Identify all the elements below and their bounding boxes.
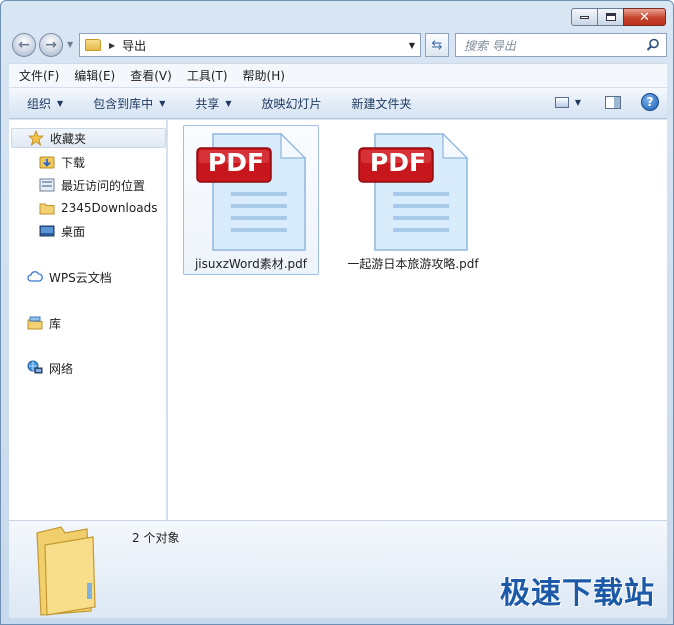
watermark-text: 极速下载站 [500, 576, 655, 611]
nav-desktop[interactable]: 桌面 [39, 221, 85, 241]
back-button[interactable]: ← [12, 33, 36, 57]
minimize-icon [580, 15, 589, 19]
pdf-badge-label: PDF [207, 148, 265, 177]
search-input[interactable]: 搜索 导出 [455, 33, 667, 57]
chevron-down-icon: ▼ [57, 98, 64, 108]
large-folder-icon [36, 526, 96, 616]
view-options-dropdown[interactable]: ▼ [575, 98, 581, 107]
menu-view[interactable]: 查看(V) [120, 67, 177, 84]
item-count: 2 个对象 [132, 531, 180, 545]
file-list: PDF jisuxzWord素材.pdf PDF 一起游日本旅游攻略.pdf [168, 120, 667, 520]
network-icon [27, 360, 43, 376]
command-bar: 组织 ▼ 包含到库中 ▼ 共享 ▼ 放映幻灯片 新建文件夹 ▼ ? [9, 87, 667, 119]
share-button[interactable]: 共享 ▼ [179, 95, 245, 112]
new-folder-label: 新建文件夹 [351, 96, 412, 111]
nav-wps-cloud[interactable]: WPS云文档 [27, 267, 112, 287]
menu-tools[interactable]: 工具(T) [177, 67, 233, 84]
refresh-button[interactable]: ⇆ [425, 33, 449, 57]
nav-network-label: 网络 [49, 361, 74, 376]
forward-button[interactable]: → [39, 33, 63, 57]
organize-label: 组织 [27, 96, 52, 111]
nav-2345downloads[interactable]: 2345Downloads [39, 198, 157, 218]
file-name: 一起游日本旅游攻略.pdf [347, 257, 479, 271]
view-controls: ▼ ? [554, 93, 659, 111]
preview-pane-icon[interactable] [605, 95, 621, 109]
star-icon [28, 130, 44, 146]
recent-places-icon [39, 177, 55, 193]
nav-recent-places[interactable]: 最近访问的位置 [39, 175, 145, 195]
chevron-down-icon: ▼ [225, 98, 232, 108]
nav-downloads-label: 下载 [61, 155, 86, 170]
search-placeholder: 搜索 导出 [464, 38, 516, 53]
search-icon[interactable] [646, 38, 660, 52]
nav-2345downloads-label: 2345Downloads [61, 201, 158, 215]
file-name: jisuxzWord素材.pdf [194, 257, 308, 271]
new-folder-button[interactable]: 新建文件夹 [336, 95, 426, 112]
nav-libraries[interactable]: 库 [27, 313, 61, 333]
cloud-icon [27, 269, 43, 285]
back-arrow-icon: ← [18, 37, 30, 53]
menu-edit[interactable]: 编辑(E) [64, 67, 120, 84]
downloads-folder-icon [39, 154, 55, 170]
address-history-dropdown[interactable]: ▼ [409, 41, 415, 50]
nav-recent-places-label: 最近访问的位置 [61, 178, 146, 193]
organize-button[interactable]: 组织 ▼ [9, 95, 77, 112]
menu-help[interactable]: 帮助(H) [233, 67, 290, 84]
nav-desktop-label: 桌面 [61, 224, 86, 239]
file-item[interactable]: PDF 一起游日本旅游攻略.pdf [345, 125, 481, 275]
caption-buttons: ✕ [571, 8, 666, 26]
library-icon [27, 315, 43, 331]
change-view-icon[interactable] [554, 96, 569, 108]
pdf-badge-label: PDF [369, 148, 427, 177]
navigation-row: ← → ▼ ▶ 导出 ▼ ⇆ 搜索 导出 [9, 31, 667, 59]
help-icon[interactable]: ? [641, 93, 659, 111]
breadcrumb-item[interactable]: 导出 [122, 37, 146, 54]
navigation-pane: 收藏夹 下载 最近访问的位置 2345Downloads 桌面 WPS云文档 库… [9, 120, 167, 520]
nav-downloads[interactable]: 下载 [39, 152, 85, 172]
file-item[interactable]: PDF jisuxzWord素材.pdf [183, 125, 319, 275]
share-label: 共享 [195, 96, 220, 111]
forward-arrow-icon: → [45, 37, 57, 53]
maximize-icon [605, 13, 616, 21]
breadcrumb-chevron-icon[interactable]: ▶ [109, 41, 115, 50]
file-item-frame: PDF jisuxzWord素材.pdf [183, 125, 319, 275]
folder-icon [85, 39, 101, 51]
include-in-library-button[interactable]: 包含到库中 ▼ [77, 95, 179, 112]
nav-favorites-label: 收藏夹 [50, 131, 87, 146]
include-in-library-label: 包含到库中 [93, 96, 154, 111]
menu-bar: 文件(F) 编辑(E) 查看(V) 工具(T) 帮助(H) [9, 63, 667, 87]
menu-file[interactable]: 文件(F) [9, 67, 64, 84]
minimize-button[interactable] [571, 8, 598, 26]
maximize-button[interactable] [597, 8, 624, 26]
explorer-window: ✕ ← → ▼ ▶ 导出 ▼ ⇆ 搜索 导出 文件(F) 编辑(E) 查看(V)… [0, 0, 674, 625]
nav-network[interactable]: 网络 [27, 358, 73, 378]
nav-favorites[interactable]: 收藏夹 [11, 128, 166, 148]
recent-pages-dropdown[interactable]: ▼ [67, 40, 73, 49]
file-item-frame: PDF 一起游日本旅游攻略.pdf [345, 125, 481, 275]
address-bar[interactable]: ▶ 导出 ▼ [79, 33, 421, 57]
chevron-down-icon: ▼ [159, 98, 166, 108]
close-icon: ✕ [639, 9, 650, 25]
refresh-icon: ⇆ [431, 37, 443, 53]
desktop-icon [39, 223, 55, 239]
nav-wps-cloud-label: WPS云文档 [49, 270, 112, 285]
folder-icon [39, 200, 55, 216]
close-button[interactable]: ✕ [623, 8, 666, 26]
slideshow-label: 放映幻灯片 [261, 96, 322, 111]
slideshow-button[interactable]: 放映幻灯片 [246, 95, 336, 112]
nav-libraries-label: 库 [49, 316, 62, 331]
